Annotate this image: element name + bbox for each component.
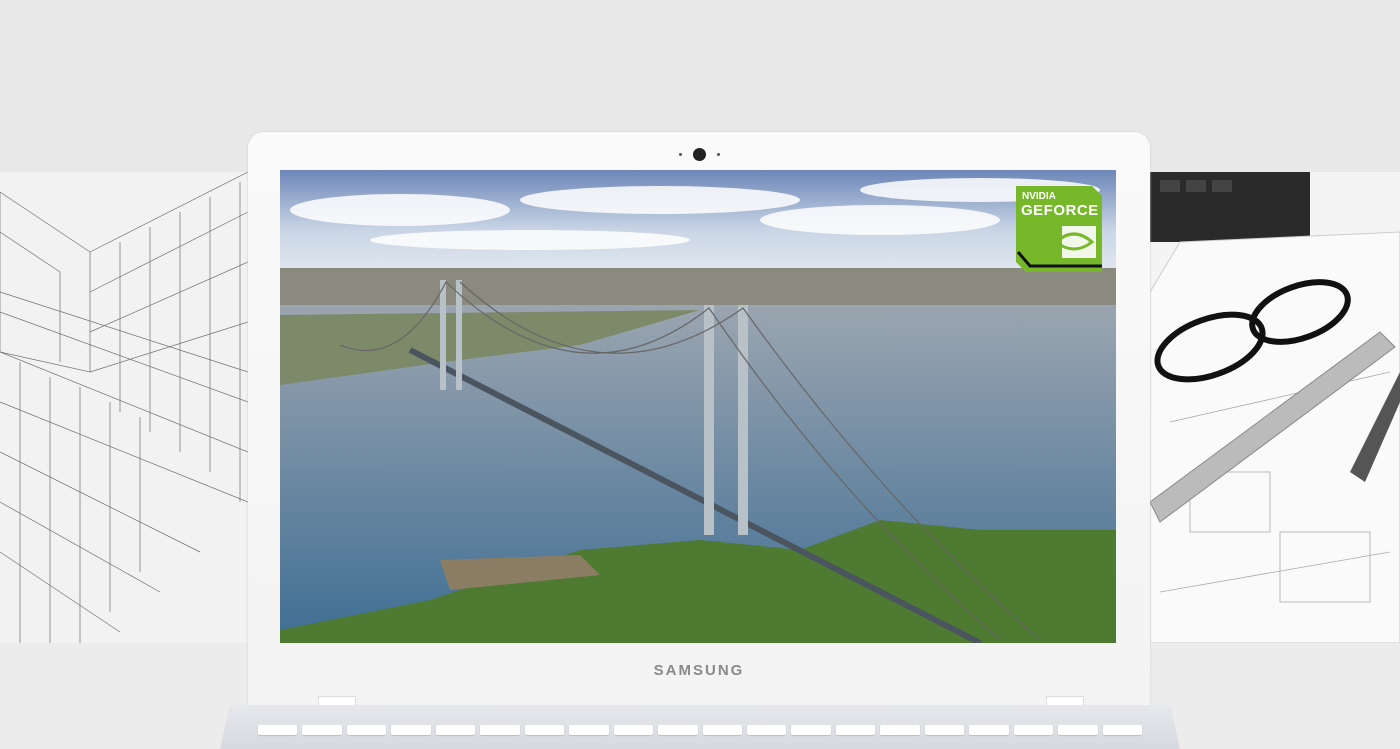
key[interactable] [1058, 725, 1098, 735]
samsung-logo: SAMSUNG [653, 662, 745, 679]
laptop-keyboard-deck [220, 705, 1180, 749]
key[interactable] [880, 725, 920, 735]
nvidia-geforce-badge: NVIDIA GEFORCE [1016, 186, 1102, 272]
webcam [693, 148, 706, 161]
blueprint-desk-image [1149, 172, 1400, 644]
key[interactable] [391, 725, 431, 735]
key[interactable] [1013, 725, 1054, 735]
bridge-photo [280, 170, 1116, 643]
laptop-screen: NVIDIA GEFORCE [280, 170, 1116, 643]
key[interactable] [969, 725, 1009, 735]
key[interactable] [702, 725, 742, 735]
key[interactable] [791, 725, 831, 735]
sensor-dot [717, 153, 720, 156]
key[interactable] [569, 725, 609, 735]
architectural-wireframe-image [0, 171, 249, 643]
key[interactable] [746, 725, 787, 735]
sensor-dot [679, 153, 682, 156]
key[interactable] [924, 725, 965, 735]
key[interactable] [480, 725, 520, 735]
laptop-lid: NVIDIA GEFORCE SAMSUNG [248, 132, 1150, 715]
key[interactable] [258, 725, 298, 735]
key[interactable] [524, 725, 565, 735]
badge-geforce-text: GEFORCE [1021, 202, 1099, 219]
key[interactable] [835, 725, 876, 735]
key[interactable] [302, 725, 342, 735]
key[interactable] [346, 725, 387, 735]
badge-nvidia-text: NVIDIA [1022, 191, 1056, 202]
key[interactable] [658, 725, 698, 735]
keyboard [258, 725, 1143, 735]
key[interactable] [1102, 725, 1143, 735]
key[interactable] [613, 725, 654, 735]
key[interactable] [435, 725, 476, 735]
